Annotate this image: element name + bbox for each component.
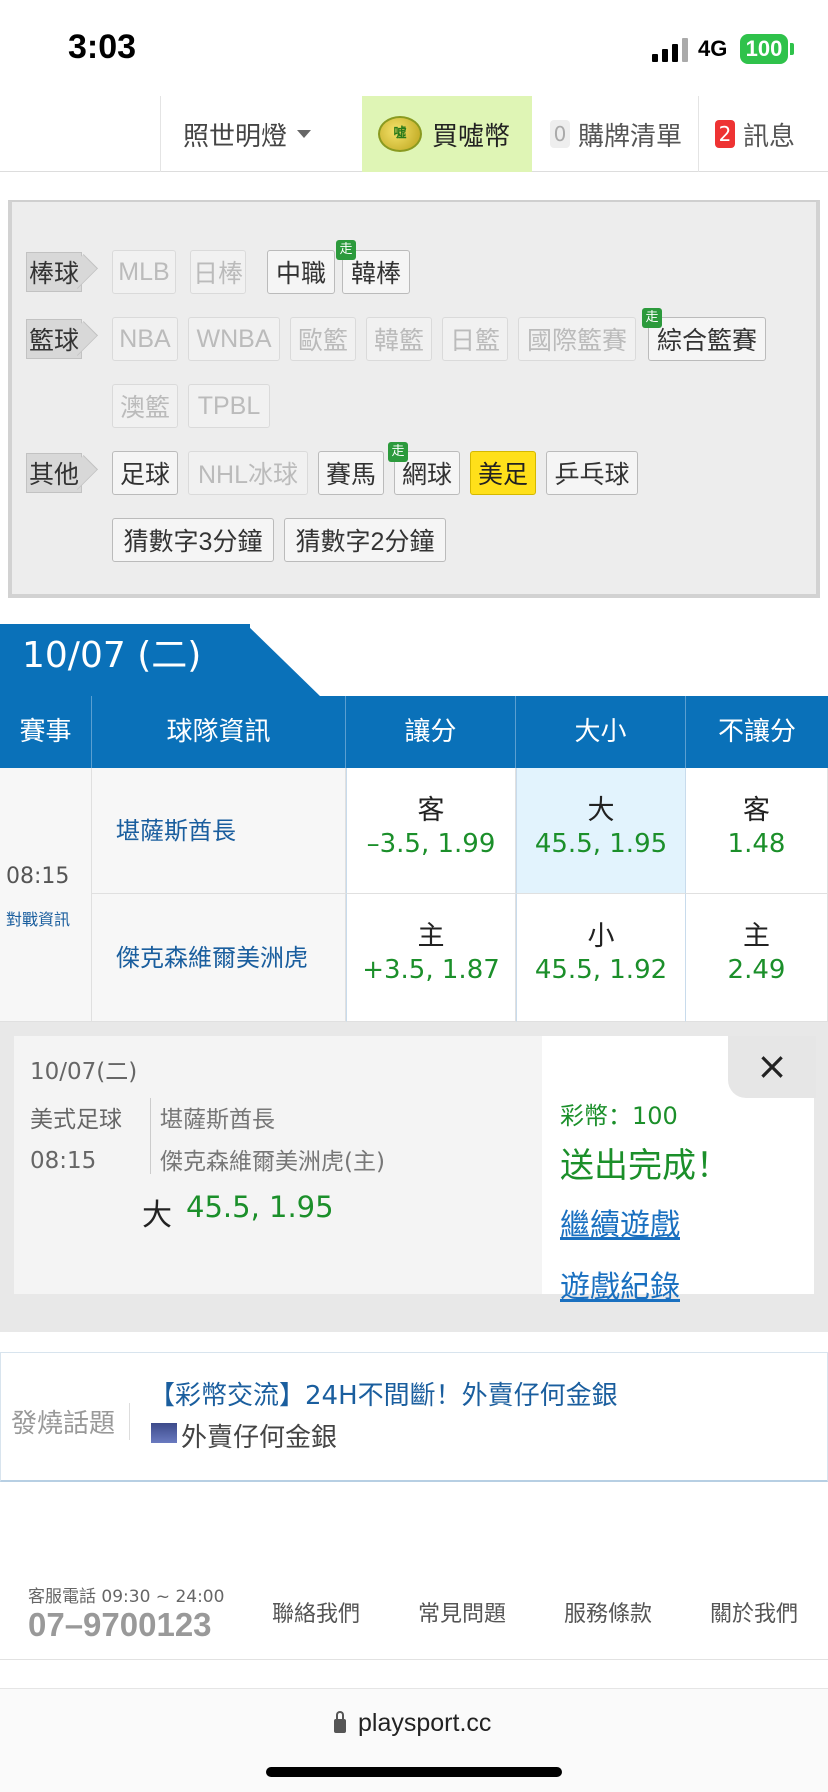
user-menu[interactable]: 照世明燈	[160, 96, 362, 172]
odds-table-body: 08:15 對戰資訊 堪薩斯酋長 客 –3.5, 1.99 大 45.5, 1.…	[0, 768, 828, 1022]
header-team: 球隊資訊	[92, 696, 346, 768]
chip-cpbl[interactable]: 中職	[267, 250, 335, 294]
buy-coins-label: 買噓幣	[432, 121, 511, 152]
chip-mixed[interactable]: 綜合籃賽	[648, 317, 766, 361]
odds-total-over[interactable]: 大 45.5, 1.95	[516, 768, 686, 894]
chip-guess2[interactable]: 猜數字2分鐘	[284, 518, 446, 562]
hot-topic-title[interactable]: 【彩幣交流】24H不間斷！外賣仔何金銀	[149, 1375, 618, 1412]
category-label-other: 其他	[26, 453, 82, 493]
chip-bleague[interactable]: 日籃	[442, 317, 508, 361]
chip-mlb[interactable]: MLB	[112, 250, 176, 294]
bet-confirmation-panel: 10/07(二) 美式足球 08:15 堪薩斯酋長 傑克森維爾美洲虎(主) 大 …	[0, 1022, 828, 1332]
cart-count-badge: 0	[550, 120, 570, 148]
status-bar: 3:03 4G 100	[0, 0, 828, 96]
ticket-team-away: 堪薩斯酋長	[160, 1107, 275, 1133]
odds-spread-away[interactable]: 客 –3.5, 1.99	[346, 768, 516, 894]
bet-ticket: 10/07(二) 美式足球 08:15 堪薩斯酋長 傑克森維爾美洲虎(主) 大 …	[14, 1036, 542, 1294]
ticket-date: 10/07(二)	[30, 1059, 138, 1085]
chip-pingpong[interactable]: 乒乓球	[546, 451, 638, 495]
success-message: 送出完成！	[560, 1146, 730, 1186]
category-label-basketball: 籃球	[26, 319, 82, 359]
hot-topic-user[interactable]: 外賣仔何金銀	[181, 1417, 337, 1454]
signal-icon	[652, 38, 690, 62]
chip-tpbl[interactable]: TPBL	[188, 384, 270, 428]
footer-link-faq[interactable]: 常見問題	[418, 1596, 506, 1628]
clock: 3:03	[68, 28, 137, 66]
battery-icon: 100	[740, 34, 788, 64]
chip-nba[interactable]: NBA	[112, 317, 178, 361]
header-event: 賽事	[0, 696, 92, 768]
chip-npb[interactable]: 日棒	[190, 250, 246, 294]
category-panel: 棒球 MLB 日棒 中職 韓棒 走 籃球 NBA WNBA 歐籃 韓籃 日籃 國…	[8, 200, 820, 598]
ticket-sport: 美式足球	[30, 1107, 122, 1133]
odds-spread-home[interactable]: 主 +3.5, 1.87	[346, 894, 516, 1022]
ticket-time: 08:15	[30, 1148, 97, 1174]
chip-nhl[interactable]: NHL冰球	[188, 451, 308, 495]
hot-topic-label: 發燒話題	[11, 1403, 131, 1440]
footer-link-about[interactable]: 關於我們	[710, 1596, 798, 1628]
buy-coins-button[interactable]: 噓 買噓幣	[362, 96, 532, 172]
live-badge: 走	[336, 240, 356, 260]
footer-link-contact[interactable]: 聯絡我們	[272, 1596, 360, 1628]
chip-kbl[interactable]: 韓籃	[366, 317, 432, 361]
home-indicator[interactable]	[266, 1767, 562, 1777]
network-type: 4G	[698, 36, 728, 61]
user-name: 照世明燈	[183, 121, 288, 152]
odds-ml-away[interactable]: 客 1.48	[686, 768, 828, 894]
live-badge: 走	[642, 308, 662, 328]
chip-nbl[interactable]: 澳籃	[112, 384, 178, 428]
message-count-badge: 2	[715, 120, 735, 148]
date-tab: 10/07 (二)	[0, 624, 250, 698]
header-moneyline: 不讓分	[717, 717, 796, 747]
odds-total-under[interactable]: 小 45.5, 1.92	[516, 894, 686, 1022]
category-label-baseball: 棒球	[26, 252, 82, 292]
footer: 客服電話 09:30 ~ 24:00 07–9700123 聯絡我們 常見問題 …	[0, 1560, 828, 1660]
chip-intl[interactable]: 國際籃賽	[518, 317, 636, 361]
cart-button[interactable]: 0 購牌清單	[532, 96, 698, 172]
chip-wnba[interactable]: WNBA	[188, 317, 280, 361]
ticket-divider	[150, 1098, 151, 1174]
lock-icon	[334, 1711, 346, 1733]
header-total: 大小	[516, 696, 686, 768]
caret-down-icon	[297, 130, 312, 138]
live-badge: 走	[388, 442, 408, 462]
matchup-info-link[interactable]: 對戰資訊	[6, 906, 70, 930]
team-home: 傑克森維爾美洲虎	[92, 894, 346, 1022]
service-hours: 客服電話 09:30 ~ 24:00	[28, 1587, 225, 1607]
chip-nfl[interactable]: 美足	[470, 451, 536, 495]
ticket-team-home: 傑克森維爾美洲虎(主)	[160, 1149, 385, 1175]
footer-link-terms[interactable]: 服務條款	[564, 1596, 652, 1628]
service-phone[interactable]: 07–9700123	[28, 1606, 212, 1644]
odds-table-header: 賽事 球隊資訊 讓分 大小 不讓分	[0, 696, 828, 768]
odds-ml-home[interactable]: 主 2.49	[686, 894, 828, 1022]
chip-horse[interactable]: 賽馬	[318, 451, 384, 495]
match-time: 08:15	[6, 864, 70, 889]
team-away: 堪薩斯酋長	[92, 768, 346, 894]
header-spread: 讓分	[346, 696, 516, 768]
chip-soccer[interactable]: 足球	[112, 451, 178, 495]
chip-euro[interactable]: 歐籃	[290, 317, 356, 361]
chip-guess3[interactable]: 猜數字3分鐘	[112, 518, 274, 562]
cart-label: 購牌清單	[578, 121, 683, 152]
hot-topic: 發燒話題 【彩幣交流】24H不間斷！外賣仔何金銀 外賣仔何金銀	[0, 1352, 828, 1482]
messages-label: 訊息	[743, 121, 796, 152]
battery-tip	[790, 43, 794, 55]
continue-game-link[interactable]: 繼續遊戲	[560, 1200, 680, 1244]
ticket-pick-label: 大	[142, 1198, 172, 1233]
coin-icon: 噓	[378, 116, 422, 152]
messages-button[interactable]: 2 訊息	[698, 96, 828, 172]
top-nav: 照世明燈 噓 買噓幣 0 購牌清單 2 訊息	[0, 96, 828, 172]
browser-url-bar[interactable]: playsport.cc	[0, 1688, 828, 1792]
event-cell: 08:15 對戰資訊	[0, 768, 92, 1022]
close-icon[interactable]: ×	[728, 1036, 816, 1098]
date-tab-tail	[246, 624, 322, 698]
url-text: playsport.cc	[358, 1709, 492, 1737]
ticket-pick-value: 45.5, 1.95	[186, 1190, 334, 1224]
coin-balance: 彩幣：100	[560, 1102, 678, 1130]
avatar	[151, 1423, 177, 1443]
game-history-link[interactable]: 遊戲紀錄	[560, 1262, 680, 1306]
